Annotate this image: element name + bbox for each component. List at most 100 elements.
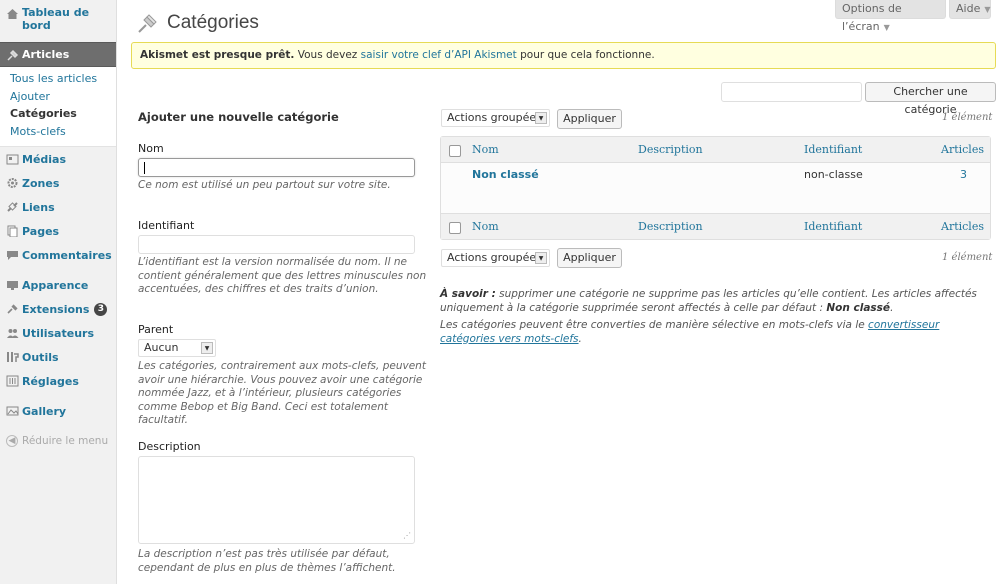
column-footer-description[interactable]: Description <box>638 220 703 233</box>
bulk-actions-select-bottom[interactable]: Actions groupées ▼ <box>441 249 550 267</box>
column-footer-articles[interactable]: Articles <box>941 220 984 233</box>
pin-icon <box>135 10 161 36</box>
submenu-add[interactable]: Ajouter <box>10 88 116 106</box>
menu-utilisateurs[interactable]: Utilisateurs <box>0 321 116 345</box>
articles-submenu: Tous les articles Ajouter Catégories Mot… <box>0 67 116 147</box>
category-count-link[interactable]: 3 <box>960 168 967 181</box>
menu-apparence-label: Apparence <box>22 278 89 292</box>
parent-label: Parent <box>138 323 174 336</box>
chevron-down-icon: ▼ <box>984 5 991 14</box>
nom-label: Nom <box>138 142 164 155</box>
note-default-category: Non classé <box>826 301 891 314</box>
column-footer-nom[interactable]: Nom <box>472 220 499 233</box>
gallery-icon <box>6 405 19 417</box>
column-header-identifiant[interactable]: Identifiant <box>804 143 862 156</box>
chevron-down-icon: ▼ <box>535 252 547 264</box>
plugin-icon <box>6 303 19 315</box>
menu-medias[interactable]: Médias <box>0 147 116 171</box>
screen-options-tab[interactable]: Options de l’écran ▼ <box>835 0 946 33</box>
media-icon <box>6 153 19 165</box>
menu-extensions[interactable]: Extensions 3 <box>0 297 116 321</box>
menu-gallery-label: Gallery <box>22 404 67 418</box>
bulk-actions-value: Actions groupées <box>447 111 542 124</box>
text-cursor <box>144 162 145 174</box>
apply-button-bottom[interactable]: Appliquer <box>557 248 622 268</box>
menu-pages[interactable]: Pages <box>0 219 116 243</box>
nom-help: Ce nom est utilisé un peu partout sur vo… <box>138 179 391 191</box>
akismet-notice: Akismet est presque prêt. Vous devez sai… <box>131 42 996 69</box>
parent-select[interactable]: Aucun ▼ <box>138 339 216 357</box>
admin-sidebar: Tableau de bord Articles Tous les articl… <box>0 0 117 584</box>
menu-zones-label: Zones <box>22 176 60 190</box>
chevron-down-icon: ▼ <box>535 112 547 124</box>
appearance-icon <box>6 279 19 291</box>
item-count-bottom: 1 élément <box>942 252 993 263</box>
collapse-menu-button[interactable]: ◀ Réduire le menu <box>0 429 116 453</box>
collapse-menu-label: Réduire le menu <box>22 435 109 447</box>
notice-text-after: pour que cela fonctionne. <box>516 49 655 61</box>
table-row: Non classé non-classe 3 <box>441 163 990 213</box>
identifiant-help: L’identifiant est la version normalisée … <box>138 256 427 295</box>
screen-options-label: Options de l’écran <box>842 2 902 33</box>
submenu-tags[interactable]: Mots-clefs <box>10 123 116 141</box>
apply-button-top[interactable]: Appliquer <box>557 109 622 129</box>
select-all-checkbox[interactable] <box>449 145 461 157</box>
item-count-top: 1 élément <box>942 112 993 123</box>
column-header-articles[interactable]: Articles <box>941 143 984 156</box>
menu-outils[interactable]: Outils <box>0 345 116 369</box>
select-all-checkbox[interactable] <box>449 222 461 234</box>
menu-extensions-label: Extensions <box>22 302 90 316</box>
description-textarea[interactable]: ⋰ <box>138 456 415 544</box>
categories-table: Nom Description Identifiant Articles Non… <box>440 136 991 240</box>
bulk-actions-value: Actions groupées <box>447 251 542 264</box>
menu-reglages[interactable]: Réglages <box>0 369 116 393</box>
menu-liens[interactable]: Liens <box>0 195 116 219</box>
column-header-description[interactable]: Description <box>638 143 703 156</box>
users-icon <box>6 327 19 339</box>
description-help: La description n’est pas très utilisée p… <box>138 548 396 574</box>
menu-articles[interactable]: Articles <box>0 42 116 67</box>
description-label: Description <box>138 440 201 453</box>
note-savoir-label: À savoir : <box>440 288 496 300</box>
resize-grip-icon[interactable]: ⋰ <box>403 531 411 540</box>
search-input[interactable] <box>721 82 862 102</box>
category-name-link[interactable]: Non classé <box>472 168 539 181</box>
dashboard-icon <box>6 8 19 20</box>
notice-text-before: Vous devez <box>294 49 361 61</box>
convert-note: Les catégories peuvent être converties d… <box>440 319 995 346</box>
settings-icon <box>6 375 19 387</box>
menu-gallery[interactable]: Gallery <box>0 399 116 423</box>
menu-pages-label: Pages <box>22 224 60 238</box>
add-category-heading: Ajouter une nouvelle catégorie <box>138 110 339 124</box>
collapse-arrow-icon: ◀ <box>6 435 18 447</box>
update-count-badge: 3 <box>94 302 108 316</box>
column-footer-identifiant[interactable]: Identifiant <box>804 220 862 233</box>
column-header-nom[interactable]: Nom <box>472 143 499 156</box>
menu-articles-label: Articles <box>22 48 70 61</box>
menu-apparence[interactable]: Apparence <box>0 273 116 297</box>
identifiant-label: Identifiant <box>138 219 195 232</box>
menu-liens-label: Liens <box>22 200 55 214</box>
delete-note: À savoir : supprimer une catégorie ne su… <box>440 288 995 315</box>
search-category-button[interactable]: Chercher une catégorie <box>865 82 996 116</box>
menu-commentaires[interactable]: Commentaires <box>0 243 116 267</box>
notice-bold: Akismet est presque prêt. <box>140 49 295 61</box>
bulk-actions-select-top[interactable]: Actions groupées ▼ <box>441 109 550 127</box>
submenu-categories[interactable]: Catégories <box>10 105 116 123</box>
nom-input[interactable] <box>138 158 415 177</box>
category-slug: non-classe <box>804 168 863 181</box>
chevron-down-icon: ▼ <box>201 342 213 354</box>
submenu-all-articles[interactable]: Tous les articles <box>10 70 116 88</box>
table-footer: Nom Description Identifiant Articles <box>441 213 990 239</box>
help-tab[interactable]: Aide ▼ <box>949 0 991 19</box>
note-savoir-text: supprimer une catégorie ne supprime pas … <box>440 288 977 314</box>
identifiant-input[interactable] <box>138 235 415 254</box>
menu-outils-label: Outils <box>22 350 59 364</box>
help-tab-label: Aide <box>956 2 981 15</box>
menu-dashboard[interactable]: Tableau de bord <box>0 0 116 42</box>
akismet-key-link[interactable]: saisir votre clef d’API Akismet <box>361 49 517 61</box>
menu-commentaires-label: Commentaires <box>22 248 112 262</box>
chevron-down-icon: ▼ <box>883 23 890 32</box>
menu-zones[interactable]: Zones <box>0 171 116 195</box>
link-icon <box>6 201 19 213</box>
